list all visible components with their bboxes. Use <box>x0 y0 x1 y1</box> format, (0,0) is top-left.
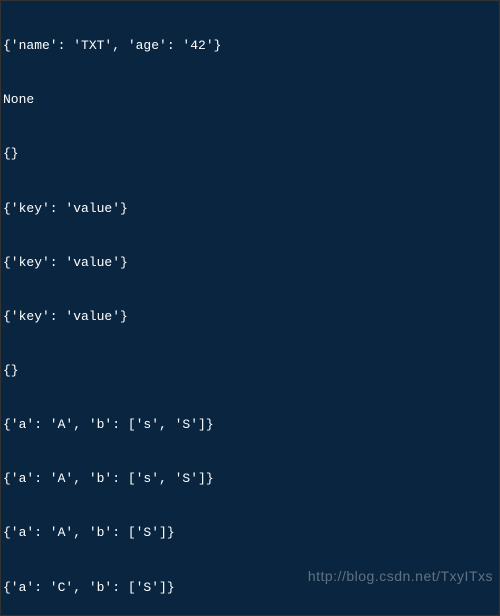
output-line: {'key': 'value'} <box>3 200 497 218</box>
output-line: {'key': 'value'} <box>3 254 497 272</box>
output-line: {'a': 'A', 'b': ['s', 'S']} <box>3 470 497 488</box>
output-line: {} <box>3 362 497 380</box>
output-line: {'key': 'value'} <box>3 308 497 326</box>
output-line: {'a': 'A', 'b': ['s', 'S']} <box>3 416 497 434</box>
output-line: {'a': 'C', 'b': ['S']} <box>3 579 497 597</box>
output-line: {} <box>3 145 497 163</box>
output-line: None <box>3 91 497 109</box>
output-line: {'a': 'A', 'b': ['S']} <box>3 524 497 542</box>
output-line: {'name': 'TXT', 'age': '42'} <box>3 37 497 55</box>
terminal-output: {'name': 'TXT', 'age': '42'} None {} {'k… <box>0 0 500 616</box>
